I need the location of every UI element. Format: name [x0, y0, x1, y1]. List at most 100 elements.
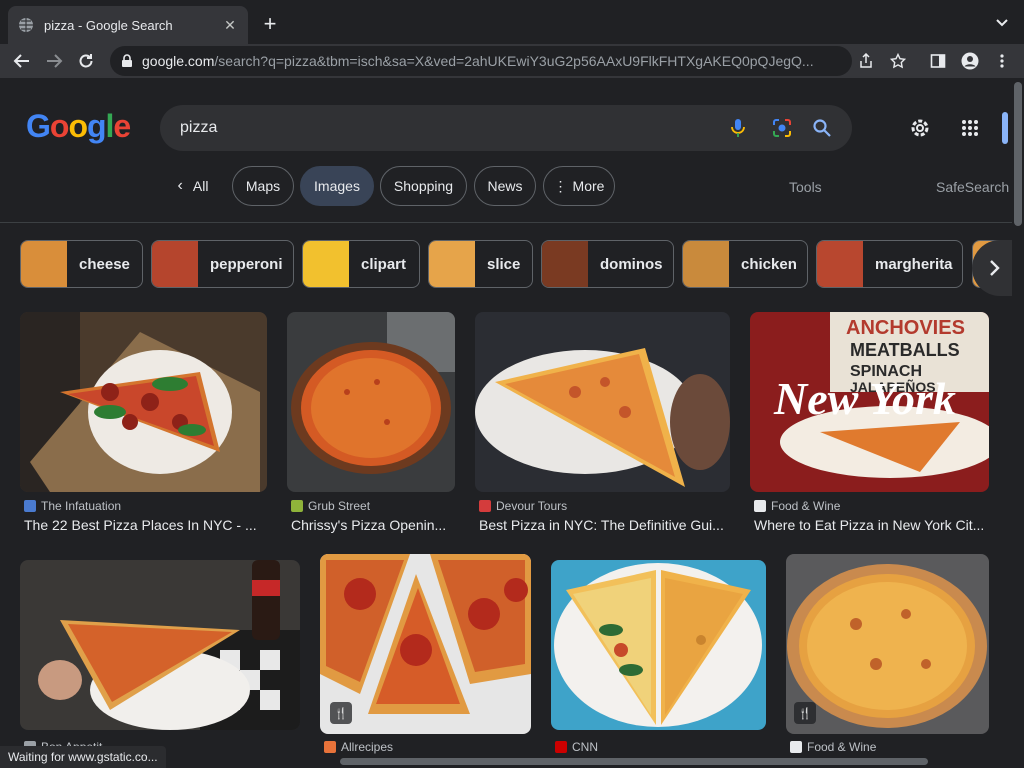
favicon-icon: [555, 741, 567, 753]
new-tab-button[interactable]: +: [258, 11, 282, 36]
chevron-down-icon[interactable]: [994, 14, 1010, 30]
image-result[interactable]: [551, 560, 766, 730]
result-title[interactable]: Where to Eat Pizza in New York Cit...: [754, 517, 989, 533]
favicon-icon: [291, 500, 303, 512]
address-bar[interactable]: google.com/search?q=pizza&tbm=isch&sa=X&…: [110, 46, 852, 76]
related-thumbnail: [152, 241, 198, 287]
related-search-label: slice: [487, 255, 521, 273]
tab-more[interactable]: ⋮ More: [543, 166, 615, 206]
result-title[interactable]: Best Pizza in NYC: The Definitive Gui...: [479, 517, 729, 533]
chevron-right-icon: [990, 260, 1000, 276]
related-search-chip[interactable]: pepperoni: [151, 240, 294, 288]
apps-grid-icon: [962, 120, 978, 136]
image-result[interactable]: [475, 312, 730, 492]
gear-icon: [911, 119, 929, 137]
url-path: /search?q=pizza&tbm=isch&sa=X&ved=2ahUKE…: [214, 53, 814, 69]
related-thumbnail: [542, 241, 588, 287]
profile-button[interactable]: [958, 49, 982, 73]
microphone-icon: [731, 119, 745, 137]
lock-icon: [122, 54, 132, 67]
favicon-icon: [754, 500, 766, 512]
profile-icon: [961, 52, 979, 70]
result-source[interactable]: The Infatuation: [24, 499, 121, 513]
result-source[interactable]: Grub Street: [291, 499, 370, 513]
related-thumbnail: [429, 241, 475, 287]
settings-button[interactable]: [908, 116, 932, 140]
share-icon: [860, 53, 872, 68]
search-query: pizza: [180, 119, 218, 136]
favicon-icon: [24, 500, 36, 512]
forward-button[interactable]: [42, 49, 66, 73]
favicon-icon: [790, 741, 802, 753]
close-tab-icon[interactable]: ✕: [222, 17, 238, 33]
chevron-left-icon: ‹: [177, 177, 183, 194]
related-search-chip[interactable]: clipart: [302, 240, 420, 288]
star-icon: [890, 53, 906, 69]
result-title[interactable]: Chrissy's Pizza Openin...: [291, 517, 455, 533]
browser-menu-button[interactable]: [990, 49, 1014, 73]
tab-strip: pizza - Google Search ✕ +: [0, 0, 1024, 44]
related-search-chip[interactable]: dominos: [541, 240, 674, 288]
tools-button[interactable]: Tools: [789, 179, 822, 195]
vertical-scrollbar-thumb[interactable]: [1014, 82, 1022, 226]
tab-shopping[interactable]: Shopping: [380, 166, 467, 206]
tab-images[interactable]: Images: [300, 166, 374, 206]
related-search-label: chicken: [741, 255, 797, 273]
voice-search-button[interactable]: [727, 117, 749, 139]
related-search-chip[interactable]: cheese: [20, 240, 143, 288]
safesearch-button[interactable]: SafeSearch: [936, 179, 1009, 195]
search-icon: [813, 119, 831, 137]
arrow-left-icon: [13, 54, 29, 68]
tab-news[interactable]: News: [474, 166, 536, 206]
related-thumbnail: [817, 241, 863, 287]
tab-all[interactable]: ‹ All: [162, 166, 224, 206]
google-logo[interactable]: Google: [26, 108, 131, 145]
reload-icon: [79, 54, 93, 68]
header-divider: [0, 222, 1012, 223]
apps-button[interactable]: [958, 116, 982, 140]
search-button[interactable]: [811, 117, 833, 139]
browser-toolbar: google.com/search?q=pizza&tbm=isch&sa=X&…: [0, 44, 1024, 78]
related-thumbnail: [683, 241, 729, 287]
image-result[interactable]: 🍴: [786, 554, 989, 734]
more-vert-icon: [1000, 54, 1004, 68]
related-search-chip[interactable]: margherita: [816, 240, 963, 288]
back-button[interactable]: [10, 49, 34, 73]
image-result[interactable]: 🍴: [320, 554, 531, 734]
related-search-chip[interactable]: chicken: [682, 240, 808, 288]
related-search-label: clipart: [361, 255, 407, 273]
favicon-icon: [324, 741, 336, 753]
related-search-label: cheese: [79, 255, 130, 273]
related-search-label: margherita: [875, 255, 953, 273]
result-source[interactable]: Food & Wine: [754, 499, 840, 513]
sign-in-button-edge[interactable]: [1002, 112, 1008, 144]
related-search-label: pepperoni: [210, 255, 283, 273]
status-bar: Waiting for www.gstatic.co...: [0, 746, 166, 768]
result-source[interactable]: Devour Tours: [479, 499, 567, 513]
result-source[interactable]: Allrecipes: [324, 740, 393, 754]
image-result[interactable]: [287, 312, 455, 492]
more-vert-icon: ⋮: [553, 177, 568, 194]
tab-maps[interactable]: Maps: [232, 166, 294, 206]
image-result[interactable]: [20, 560, 300, 730]
share-button[interactable]: [854, 49, 878, 73]
reload-button[interactable]: [74, 49, 98, 73]
bookmark-button[interactable]: [886, 49, 910, 73]
horizontal-scrollbar-thumb[interactable]: [340, 758, 928, 765]
side-panel-button[interactable]: [926, 49, 950, 73]
related-thumbnail: [303, 241, 349, 287]
result-source[interactable]: CNN: [555, 740, 598, 754]
side-panel-icon: [930, 54, 946, 68]
result-title[interactable]: The 22 Best Pizza Places In NYC - ...: [24, 517, 264, 533]
tab-title: pizza - Google Search: [44, 17, 173, 33]
svg-text:New York: New York: [773, 373, 956, 424]
related-thumbnail: [21, 241, 67, 287]
result-source[interactable]: Food & Wine: [790, 740, 876, 754]
related-search-chip[interactable]: slice: [428, 240, 533, 288]
browser-tab[interactable]: pizza - Google Search ✕: [8, 6, 248, 44]
url-host: google.com: [142, 53, 215, 69]
image-result[interactable]: [20, 312, 267, 492]
lens-search-button[interactable]: [771, 117, 793, 139]
image-result[interactable]: ANCHOVIES MEATBALLS SPINACH JALAPEÑOS New Yo…: [750, 312, 989, 492]
svg-text:ANCHOVIES: ANCHOVIES: [846, 317, 965, 339]
